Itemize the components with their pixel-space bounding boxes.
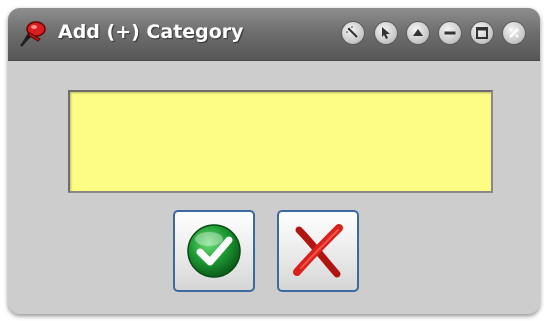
confirm-button[interactable] — [173, 210, 255, 292]
minimize-icon[interactable] — [438, 21, 462, 45]
dialog-title: Add (+) Category — [58, 21, 244, 43]
close-icon[interactable] — [502, 21, 526, 45]
title-bar[interactable]: Add (+) Category — [8, 8, 540, 61]
cursor-arrow-icon[interactable] — [374, 21, 398, 45]
category-name-input[interactable] — [68, 90, 493, 193]
settings-wand-icon[interactable] — [341, 21, 365, 45]
dialog-body — [8, 61, 540, 314]
maximize-icon[interactable] — [470, 21, 494, 45]
red-x-icon — [293, 224, 343, 278]
cancel-button[interactable] — [277, 210, 359, 292]
add-category-dialog: Add (+) Category — [8, 8, 540, 314]
collapse-up-icon[interactable] — [406, 21, 430, 45]
red-pushpin-icon — [20, 21, 46, 47]
green-check-icon — [187, 224, 241, 278]
